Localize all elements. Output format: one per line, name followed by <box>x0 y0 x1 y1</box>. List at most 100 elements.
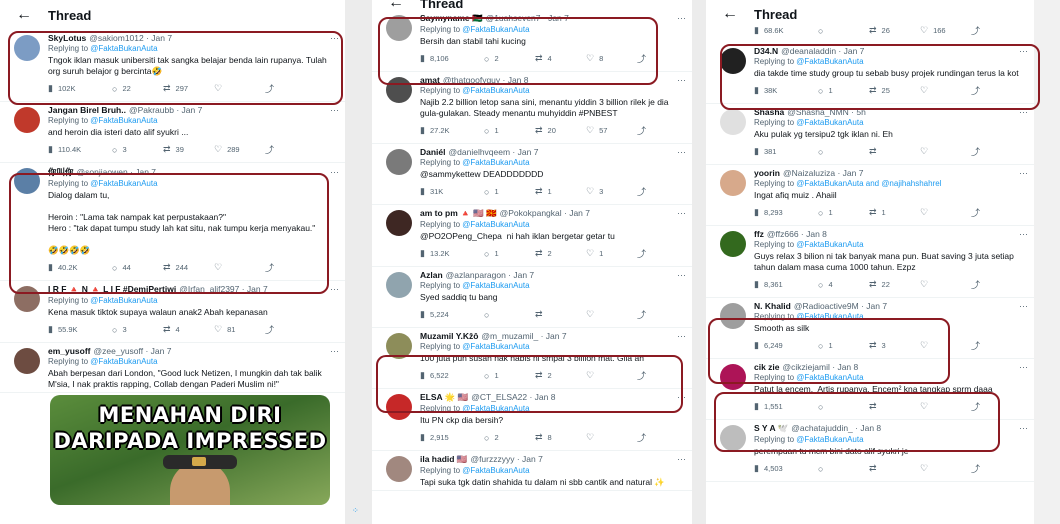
display-name[interactable]: cik zie <box>754 362 780 372</box>
retweet-button[interactable]: ⇄ 3 <box>869 340 920 351</box>
display-name[interactable]: ELSA 🌟 🇺🇸 <box>420 392 468 403</box>
meme-image[interactable]: MENAHAN DIRI DARIPADA IMPRESSED <box>50 395 330 505</box>
reply-button[interactable]: ○ 2 <box>484 433 535 443</box>
share-button[interactable]: ⤴ <box>265 261 279 274</box>
mention-link[interactable]: @FaktaBukanAuta <box>796 373 863 382</box>
like-button[interactable]: ♡ <box>586 309 637 320</box>
more-options-icon[interactable]: ··· <box>326 33 339 43</box>
display-name[interactable]: Daniél <box>420 147 446 157</box>
views-button[interactable]: ▮ 6,522 <box>420 370 484 381</box>
share-button[interactable]: ⤴ <box>265 323 279 336</box>
tweet[interactable]: D34.N @deanaladdin · Jan 7 ··· Replying to … <box>706 43 1034 104</box>
share-button[interactable]: ⤴ <box>971 462 985 475</box>
more-options-icon[interactable]: ··· <box>673 208 686 218</box>
avatar[interactable] <box>386 77 412 103</box>
avatar[interactable] <box>14 168 40 194</box>
avatar[interactable] <box>386 272 412 298</box>
reply-button[interactable]: ○ 1 <box>818 86 869 96</box>
display-name[interactable]: amat <box>420 75 440 85</box>
more-options-icon[interactable]: ··· <box>673 270 686 280</box>
mention-link[interactable]: @FaktaBukanAuta <box>796 57 863 66</box>
reply-button[interactable]: ○ 2 <box>484 54 535 64</box>
avatar[interactable] <box>386 394 412 420</box>
tweet[interactable]: Shasha @Shasha_NMN · 5h ··· Replying to @Fa… <box>706 104 1034 165</box>
views-button[interactable]: ▮ 38K <box>754 85 818 96</box>
tweet[interactable]: Azlan @azlanparagon · Jan 7 ··· Replying to… <box>372 267 692 328</box>
avatar[interactable] <box>14 35 40 61</box>
more-options-icon[interactable]: ··· <box>673 392 686 402</box>
views-button[interactable]: ▮ 40.2K <box>48 262 112 273</box>
mention-link[interactable]: @FaktaBukanAuta <box>462 220 529 229</box>
display-name[interactable]: I R F 🔺 N 🔺 L I F #DemiPertiwi <box>48 284 176 295</box>
views-button[interactable]: ▮ 4,503 <box>754 463 818 474</box>
avatar[interactable] <box>720 109 746 135</box>
like-button[interactable]: ♡ <box>920 146 971 157</box>
display-name[interactable]: D34.N <box>754 46 778 56</box>
tweet[interactable]: em_yusoff @zee_yusoff · Jan 7 ··· Replying … <box>0 343 345 393</box>
views-button[interactable]: ▮ 102K <box>48 83 112 94</box>
more-options-icon[interactable]: ··· <box>326 105 339 115</box>
retweet-button[interactable]: ⇄ 39 <box>163 144 214 155</box>
display-name[interactable]: ila hadid 🇺🇸 <box>420 454 467 465</box>
more-options-icon[interactable]: ··· <box>1015 168 1028 178</box>
retweet-button[interactable]: ⇄ 4 <box>535 53 586 64</box>
display-name[interactable]: yoorin <box>754 168 780 178</box>
views-button[interactable]: ▮ 6,249 <box>754 340 818 351</box>
reply-button[interactable]: ○ 22 <box>112 84 163 94</box>
share-button[interactable]: ⤴ <box>971 278 985 291</box>
reply-button[interactable]: ○ <box>818 402 869 412</box>
like-button[interactable]: ♡ 3 <box>586 186 637 197</box>
tweet[interactable]: cik zie @cikziejamil · Jan 8 ··· Replying t… <box>706 359 1034 420</box>
tweet[interactable]: Jangan Birel Bruh.. @Pakraubb · Jan 7 ··· R… <box>0 102 345 163</box>
retweet-button[interactable]: ⇄ <box>869 146 920 157</box>
display-name[interactable]: am to pm 🔺 🇺🇸 🇲🇰 <box>420 208 497 219</box>
like-button[interactable]: ♡ 81 <box>214 324 265 335</box>
display-name[interactable]: Jangan Birel Bruh.. <box>48 105 126 115</box>
share-button[interactable]: ⤴ <box>971 400 985 413</box>
tweet[interactable]: ila hadid 🇺🇸 @furzzzyyy · Jan 7 ··· Replyin… <box>372 451 692 491</box>
tweet[interactable]: N. Khalid @Radioactive9M · Jan 7 ··· Replyi… <box>706 298 1034 359</box>
reply-button[interactable]: ○ 1 <box>818 341 869 351</box>
share-button[interactable]: ⤴ <box>637 52 651 65</box>
more-options-icon[interactable]: ··· <box>1015 301 1028 311</box>
mention-link[interactable]: @FaktaBukanAuta <box>796 312 863 321</box>
avatar[interactable] <box>720 425 746 451</box>
more-options-icon[interactable]: ··· <box>673 75 686 85</box>
avatar[interactable] <box>386 15 412 41</box>
avatar[interactable] <box>386 149 412 175</box>
more-options-icon[interactable]: ··· <box>326 346 339 356</box>
like-button[interactable]: ♡ <box>214 83 265 94</box>
avatar[interactable] <box>720 48 746 74</box>
display-name[interactable]: 你叫你 <box>48 166 74 178</box>
reply-button[interactable]: ○ 1 <box>484 187 535 197</box>
avatar[interactable] <box>14 286 40 312</box>
more-options-icon[interactable]: ··· <box>1015 362 1028 372</box>
display-name[interactable]: SkyLotus <box>48 33 86 43</box>
retweet-button[interactable]: ⇄ 244 <box>163 262 214 273</box>
avatar[interactable] <box>720 231 746 257</box>
tweet[interactable]: ffz @ffz666 · Jan 8 ··· Replying to @FaktaB… <box>706 226 1034 298</box>
views-button[interactable]: ▮ 5,224 <box>420 309 484 320</box>
more-options-icon[interactable]: ··· <box>1015 229 1028 239</box>
avatar[interactable] <box>386 333 412 359</box>
mention-link[interactable]: @FaktaBukanAuta and @najihahshahrel <box>796 179 941 188</box>
back-arrow-icon[interactable]: ← <box>722 5 754 23</box>
reply-button[interactable]: ○ 3 <box>112 145 163 155</box>
views-button[interactable]: ▮ 31K <box>420 186 484 197</box>
mention-link[interactable]: @FaktaBukanAuta <box>462 342 529 351</box>
retweet-button[interactable]: ⇄ 2 <box>535 370 586 381</box>
like-button[interactable]: ♡ 57 <box>586 125 637 136</box>
reply-button[interactable]: ○ <box>484 310 535 320</box>
views-button[interactable]: ▮ 2,915 <box>420 432 484 443</box>
mention-link[interactable]: @FaktaBukanAuta <box>462 466 529 475</box>
reply-button[interactable]: ○ 1 <box>484 249 535 259</box>
like-button[interactable]: ♡ <box>586 370 637 381</box>
tweet[interactable]: Muzamil Y.Kẑô @m_muzamil_ · Jan 7 ··· Reply… <box>372 328 692 389</box>
like-button[interactable]: ♡ <box>920 463 971 474</box>
like-button[interactable]: ♡ 8 <box>586 53 637 64</box>
reply-button[interactable]: ○ 1 <box>818 208 869 218</box>
display-name[interactable]: Azlan <box>420 270 443 280</box>
views-button[interactable]: ▮ 381 <box>754 146 818 157</box>
reply-button[interactable]: ○ 4 <box>818 280 869 290</box>
views-button[interactable]: ▮ 8,293 <box>754 207 818 218</box>
